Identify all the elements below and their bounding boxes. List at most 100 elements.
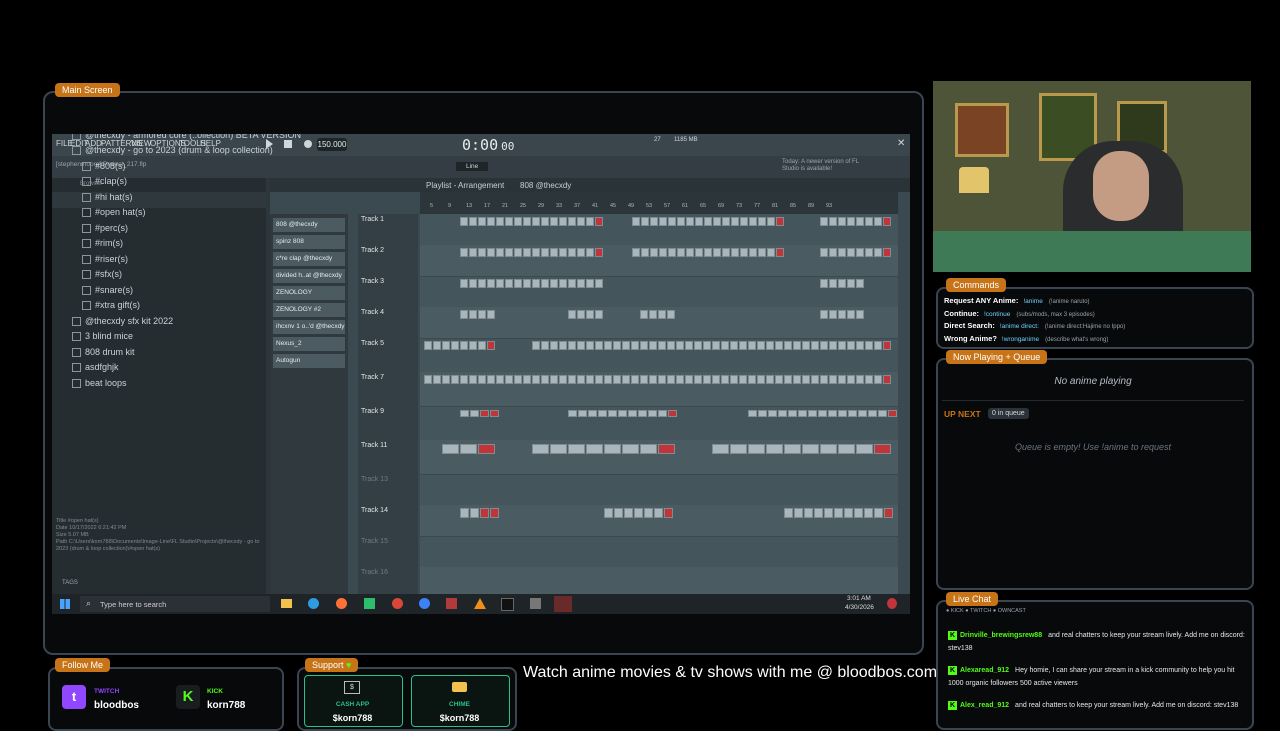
- clip-block[interactable]: [641, 217, 649, 226]
- clip-block[interactable]: [757, 341, 765, 350]
- clip-block[interactable]: [613, 375, 621, 384]
- clip-block[interactable]: [460, 310, 468, 319]
- clip-block[interactable]: [667, 310, 675, 319]
- clip-block[interactable]: [766, 444, 783, 454]
- clip-block[interactable]: [644, 508, 653, 518]
- clip-block[interactable]: [677, 217, 685, 226]
- clip-block[interactable]: [490, 410, 499, 417]
- browser-item[interactable]: 3 blind mice: [72, 331, 133, 342]
- clip-block[interactable]: [748, 341, 756, 350]
- clip-block[interactable]: [722, 248, 730, 257]
- clip-block[interactable]: [820, 248, 828, 257]
- clip-block[interactable]: [658, 310, 666, 319]
- clip-block[interactable]: [658, 410, 667, 417]
- app-icon-blue[interactable]: [419, 598, 430, 609]
- clip-block[interactable]: [878, 410, 887, 417]
- vlc-icon[interactable]: [474, 598, 486, 609]
- clip-block[interactable]: [784, 375, 792, 384]
- clip-block[interactable]: [550, 444, 567, 454]
- clip-block[interactable]: [469, 279, 477, 288]
- track-name[interactable]: Track 13: [361, 476, 388, 483]
- clip-block[interactable]: [550, 279, 558, 288]
- clip-block[interactable]: [568, 341, 576, 350]
- clip-block[interactable]: [604, 375, 612, 384]
- clip-block[interactable]: [654, 508, 663, 518]
- clip-block[interactable]: [568, 375, 576, 384]
- pattern-item[interactable]: ZENOLOGY: [273, 286, 345, 300]
- clip-block[interactable]: [532, 341, 540, 350]
- clip-block[interactable]: [586, 279, 594, 288]
- clip-block[interactable]: [739, 375, 747, 384]
- windows-start-icon[interactable]: [60, 599, 70, 609]
- clip-block[interactable]: [854, 508, 863, 518]
- clip-block[interactable]: [838, 217, 846, 226]
- clip-block[interactable]: [649, 310, 657, 319]
- clip-block[interactable]: [874, 444, 891, 454]
- clip-block[interactable]: [865, 248, 873, 257]
- pattern-item[interactable]: divided h..at @thecxdy: [273, 269, 345, 283]
- clip-block[interactable]: [695, 217, 703, 226]
- clip-block[interactable]: [820, 341, 828, 350]
- clip-block[interactable]: [588, 410, 597, 417]
- clip-block[interactable]: [695, 248, 703, 257]
- window-close-icon[interactable]: ✕: [897, 138, 905, 149]
- clip-block[interactable]: [713, 217, 721, 226]
- clip-block[interactable]: [730, 444, 747, 454]
- clip-block[interactable]: [838, 410, 847, 417]
- clip-block[interactable]: [523, 279, 531, 288]
- clip-block[interactable]: [460, 217, 468, 226]
- clip-block[interactable]: [442, 341, 450, 350]
- clip-block[interactable]: [811, 375, 819, 384]
- track-name[interactable]: Track 15: [361, 538, 388, 545]
- clip-block[interactable]: [776, 248, 784, 257]
- clip-block[interactable]: [676, 375, 684, 384]
- clip-block[interactable]: [523, 217, 531, 226]
- clip-block[interactable]: [864, 508, 873, 518]
- clip-block[interactable]: [631, 341, 639, 350]
- clip-block[interactable]: [595, 375, 603, 384]
- edge-icon[interactable]: [308, 598, 319, 609]
- browser-item[interactable]: @thecxdy - armored core (..ollection) BE…: [72, 134, 301, 141]
- browser-item[interactable]: #rim(s): [82, 238, 123, 249]
- clip-block[interactable]: [559, 279, 567, 288]
- track-name[interactable]: Track 14: [361, 507, 388, 514]
- clip-block[interactable]: [460, 341, 468, 350]
- clip-block[interactable]: [874, 217, 882, 226]
- clip-block[interactable]: [848, 410, 857, 417]
- clip-block[interactable]: [541, 279, 549, 288]
- clip-block[interactable]: [758, 248, 766, 257]
- browser-item[interactable]: 808 drum kit: [72, 347, 135, 358]
- clip-block[interactable]: [748, 375, 756, 384]
- clip-block[interactable]: [480, 410, 489, 417]
- clip-block[interactable]: [568, 444, 585, 454]
- clip-block[interactable]: [721, 375, 729, 384]
- clip-block[interactable]: [722, 217, 730, 226]
- clip-block[interactable]: [586, 341, 594, 350]
- clip-block[interactable]: [740, 217, 748, 226]
- clip-block[interactable]: [490, 508, 499, 518]
- browser-item[interactable]: #riser(s): [82, 254, 128, 265]
- clip-block[interactable]: [856, 217, 864, 226]
- clip-block[interactable]: [758, 217, 766, 226]
- clip-block[interactable]: [686, 248, 694, 257]
- clip-block[interactable]: [784, 444, 801, 454]
- clip-block[interactable]: [749, 217, 757, 226]
- clip-block[interactable]: [451, 375, 459, 384]
- clip-block[interactable]: [767, 248, 775, 257]
- clip-block[interactable]: [749, 248, 757, 257]
- browser-item[interactable]: @thecxdy - go to 2023 (drum & loop colle…: [72, 145, 273, 156]
- browser-item[interactable]: beat loops: [72, 378, 127, 389]
- clip-block[interactable]: [748, 410, 757, 417]
- clip-block[interactable]: [838, 375, 846, 384]
- chat-username[interactable]: Alexaread_912: [960, 667, 1009, 674]
- track-name[interactable]: Track 7: [361, 374, 384, 381]
- clip-block[interactable]: [704, 248, 712, 257]
- clip-block[interactable]: [888, 410, 897, 417]
- clip-block[interactable]: [794, 508, 803, 518]
- clip-block[interactable]: [829, 341, 837, 350]
- clip-block[interactable]: [874, 508, 883, 518]
- clip-block[interactable]: [523, 248, 531, 257]
- clip-block[interactable]: [820, 375, 828, 384]
- clip-block[interactable]: [712, 375, 720, 384]
- clip-block[interactable]: [766, 375, 774, 384]
